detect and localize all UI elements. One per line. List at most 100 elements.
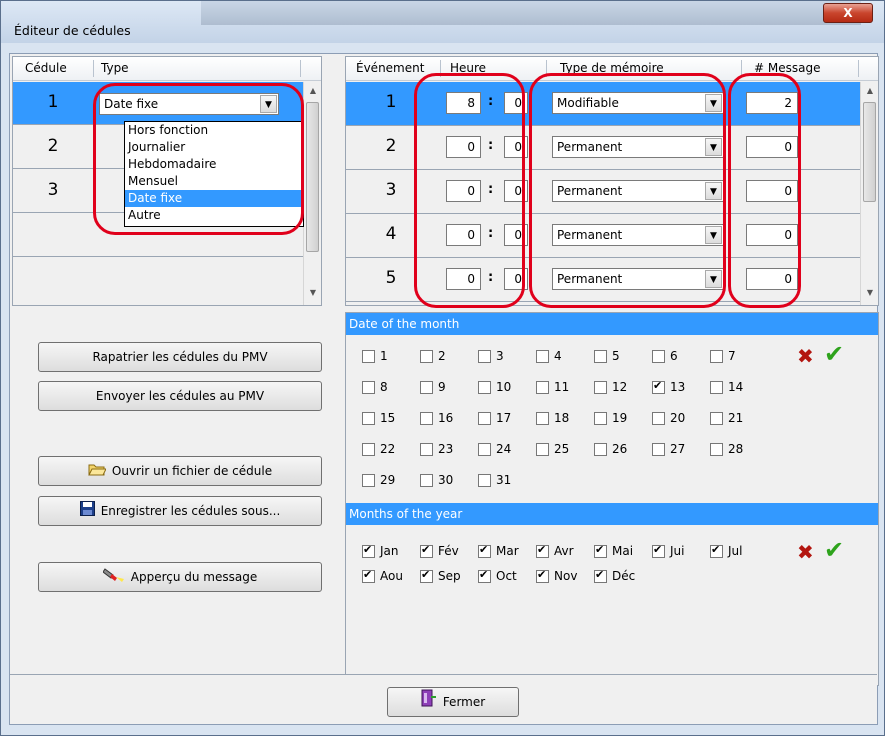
day-checkbox-1[interactable]: 1 [362,347,388,365]
option-date-fixe[interactable]: Date fixe [125,190,303,207]
event-row-5[interactable]: 5 0:0 Permanent ▼ 0 [346,258,864,302]
chevron-down-icon[interactable]: ▼ [705,270,722,288]
message-number-input[interactable]: 0 [746,268,798,290]
message-number-input[interactable]: 0 [746,224,798,246]
day-checkbox-3[interactable]: 3 [478,347,504,365]
day-checkbox-9[interactable]: 9 [420,378,446,396]
month-checkbox-déc[interactable]: Déc [594,566,635,585]
message-number-input[interactable]: 0 [746,136,798,158]
day-checkbox-11[interactable]: 11 [536,378,569,396]
day-checkbox-29[interactable]: 29 [362,471,395,489]
day-checkbox-21[interactable]: 21 [710,409,743,427]
day-checkbox-27[interactable]: 27 [652,440,685,458]
minute-input[interactable]: 0 [504,268,528,290]
type-select[interactable]: Date fixe ▼ [99,93,279,115]
close-button[interactable]: X [823,3,873,23]
day-checkbox-2[interactable]: 2 [420,347,446,365]
minute-input[interactable]: 0 [504,224,528,246]
chevron-down-icon[interactable]: ▼ [705,182,722,200]
memory-type-select[interactable]: Permanent ▼ [552,180,724,202]
month-checkbox-mai[interactable]: Mai [594,541,633,560]
day-checkbox-24[interactable]: 24 [478,440,511,458]
scroll-down-icon[interactable]: ▼ [305,288,321,297]
schedule-row-1[interactable]: 1 Date fixe ▼ [13,82,321,125]
option-journalier[interactable]: Journalier [125,139,303,156]
day-checkbox-17[interactable]: 17 [478,409,511,427]
minute-input[interactable]: 0 [504,136,528,158]
open-file-button[interactable]: Ouvrir un fichier de cédule [38,456,322,486]
scroll-thumb[interactable] [863,102,876,202]
type-dropdown-list[interactable]: Hors fonction Journalier Hebdomadaire Me… [124,121,304,227]
close-dialog-button[interactable]: Fermer [387,687,519,717]
day-checkbox-13[interactable]: 13 [652,377,685,396]
scroll-thumb[interactable] [306,102,319,252]
scroll-down-icon[interactable]: ▼ [862,288,878,297]
day-checkbox-16[interactable]: 16 [420,409,453,427]
day-checkbox-12[interactable]: 12 [594,378,627,396]
red-x-icon[interactable]: ✖ [797,344,814,368]
day-checkbox-30[interactable]: 30 [420,471,453,489]
day-checkbox-18[interactable]: 18 [536,409,569,427]
memory-type-select[interactable]: Permanent ▼ [552,224,724,246]
message-number-input[interactable]: 2 [746,92,798,114]
hour-input[interactable]: 0 [446,136,481,158]
option-hors-fonction[interactable]: Hors fonction [125,122,303,139]
right-scrollbar[interactable]: ▲ ▼ [860,82,878,305]
scroll-up-icon[interactable]: ▲ [862,86,878,95]
day-checkbox-28[interactable]: 28 [710,440,743,458]
hour-input[interactable]: 0 [446,180,481,202]
day-checkbox-5[interactable]: 5 [594,347,620,365]
day-checkbox-4[interactable]: 4 [536,347,562,365]
month-checkbox-aou[interactable]: Aou [362,566,403,585]
day-checkbox-20[interactable]: 20 [652,409,685,427]
hour-input[interactable]: 8 [446,92,481,114]
day-checkbox-15[interactable]: 15 [362,409,395,427]
day-checkbox-22[interactable]: 22 [362,440,395,458]
chevron-down-icon[interactable]: ▼ [705,94,722,112]
month-checkbox-jui[interactable]: Jui [652,541,684,560]
green-check-icon[interactable]: ✔ [824,340,844,368]
memory-type-select[interactable]: Permanent ▼ [552,136,724,158]
day-checkbox-8[interactable]: 8 [362,378,388,396]
hour-input[interactable]: 0 [446,224,481,246]
chevron-down-icon[interactable]: ▼ [260,95,277,113]
day-checkbox-14[interactable]: 14 [710,378,743,396]
month-checkbox-avr[interactable]: Avr [536,541,574,560]
message-number-input[interactable]: 0 [746,180,798,202]
rapatrier-button[interactable]: Rapatrier les cédules du PMV [38,342,322,372]
memory-type-select[interactable]: Modifiable ▼ [552,92,724,114]
red-x-icon[interactable]: ✖ [797,540,814,564]
day-checkbox-6[interactable]: 6 [652,347,678,365]
memory-type-select[interactable]: Permanent ▼ [552,268,724,290]
save-as-button[interactable]: Enregistrer les cédules sous... [38,496,322,526]
day-checkbox-10[interactable]: 10 [478,378,511,396]
day-checkbox-26[interactable]: 26 [594,440,627,458]
chevron-down-icon[interactable]: ▼ [705,138,722,156]
day-checkbox-25[interactable]: 25 [536,440,569,458]
event-row-3[interactable]: 3 0:0 Permanent ▼ 0 [346,170,864,214]
hour-input[interactable]: 0 [446,268,481,290]
left-scrollbar[interactable]: ▲ ▼ [303,82,321,305]
option-hebdomadaire[interactable]: Hebdomadaire [125,156,303,173]
month-checkbox-oct[interactable]: Oct [478,566,517,585]
day-checkbox-19[interactable]: 19 [594,409,627,427]
envoyer-button[interactable]: Envoyer les cédules au PMV [38,381,322,411]
option-mensuel[interactable]: Mensuel [125,173,303,190]
month-checkbox-sep[interactable]: Sep [420,566,461,585]
green-check-icon[interactable]: ✔ [824,536,844,564]
day-checkbox-31[interactable]: 31 [478,471,511,489]
month-checkbox-jul[interactable]: Jul [710,541,742,560]
minute-input[interactable]: 0 [504,92,528,114]
day-checkbox-7[interactable]: 7 [710,347,736,365]
month-checkbox-nov[interactable]: Nov [536,566,577,585]
scroll-up-icon[interactable]: ▲ [305,86,321,95]
month-checkbox-mar[interactable]: Mar [478,541,519,560]
option-autre[interactable]: Autre [125,207,303,224]
event-row-4[interactable]: 4 0:0 Permanent ▼ 0 [346,214,864,258]
month-checkbox-fév[interactable]: Fév [420,541,459,560]
event-row-2[interactable]: 2 0:0 Permanent ▼ 0 [346,126,864,170]
preview-message-button[interactable]: Apperçu du message [38,562,322,592]
chevron-down-icon[interactable]: ▼ [705,226,722,244]
event-row-1[interactable]: 1 8:0 Modifiable ▼ 2 [346,82,864,126]
day-checkbox-23[interactable]: 23 [420,440,453,458]
